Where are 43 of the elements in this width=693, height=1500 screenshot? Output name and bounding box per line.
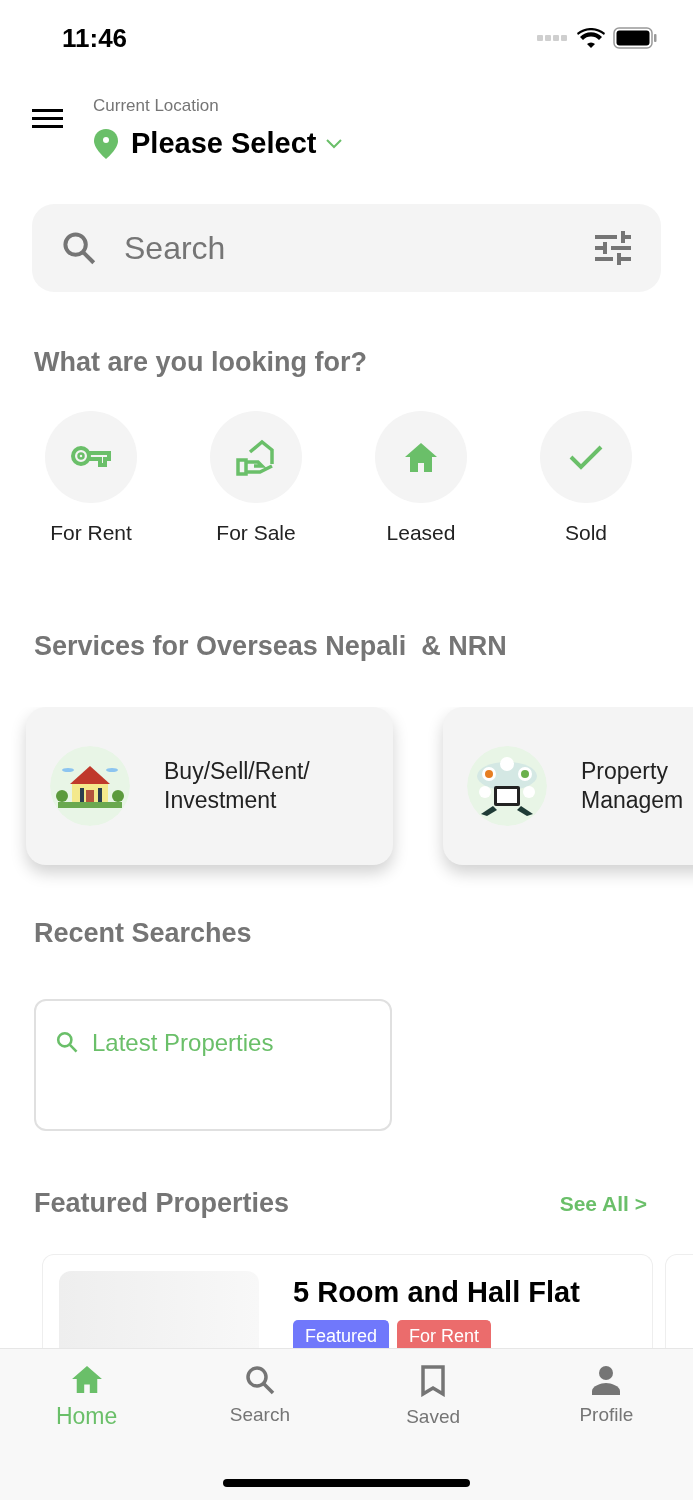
service-label: Property Managem [581, 756, 685, 815]
search-icon [62, 231, 96, 265]
location-pin-icon [93, 128, 119, 159]
recent-search-label: Latest Properties [92, 1028, 274, 1058]
category-label: For Sale [216, 519, 296, 546]
nav-tab[interactable]: Search [173, 1365, 347, 1434]
category-label: For Rent [50, 519, 132, 546]
service-card[interactable]: Buy/Sell/Rent/ Investment [26, 706, 393, 865]
location-selector[interactable]: Please Select [131, 122, 343, 166]
section-title: Featured Properties [34, 1187, 290, 1220]
search-icon [244, 1365, 275, 1395]
property-tag: Featured [293, 1320, 390, 1348]
service-label: Buy/Sell/Rent/ Investment [164, 756, 311, 815]
filter-icon[interactable] [595, 231, 631, 265]
search-icon [56, 1031, 78, 1053]
property-title: 5 Room and Hall Flat [293, 1274, 580, 1310]
recent-search-card[interactable]: Latest Properties [34, 999, 392, 1131]
menu-icon[interactable] [32, 109, 63, 129]
section-title: What are you looking for? [34, 347, 367, 377]
section-title: Recent Searches [34, 917, 252, 948]
search-field[interactable]: Search [124, 224, 595, 272]
signal-icon [537, 34, 569, 42]
home-icon [70, 1365, 103, 1393]
property-card[interactable]: 5 Room and Hall Flat Featured For Rent [42, 1253, 653, 1348]
category-label: Leased [386, 519, 456, 546]
status-time: 11:46 [62, 21, 128, 55]
bookmark-icon [420, 1365, 447, 1397]
nav-tab[interactable]: Saved [346, 1365, 520, 1434]
hand-house-icon [236, 437, 276, 476]
wifi-icon [577, 28, 605, 48]
chevron-down-icon [326, 138, 343, 149]
battery-icon [613, 27, 657, 49]
search-bar[interactable]: Search [32, 204, 661, 292]
see-all-link[interactable]: See All > [559, 1187, 647, 1219]
person-icon [591, 1365, 622, 1395]
home-icon [404, 441, 438, 472]
category-label: Sold [565, 519, 607, 546]
nav-tab[interactable]: Profile [519, 1365, 693, 1434]
check-icon [569, 443, 603, 470]
location-label: Current Location [93, 94, 220, 117]
section-title: Services for Overseas Nepali & NRN [34, 631, 507, 661]
service-card[interactable]: Property Managem [443, 706, 693, 865]
property-tag: For Rent [397, 1320, 492, 1348]
